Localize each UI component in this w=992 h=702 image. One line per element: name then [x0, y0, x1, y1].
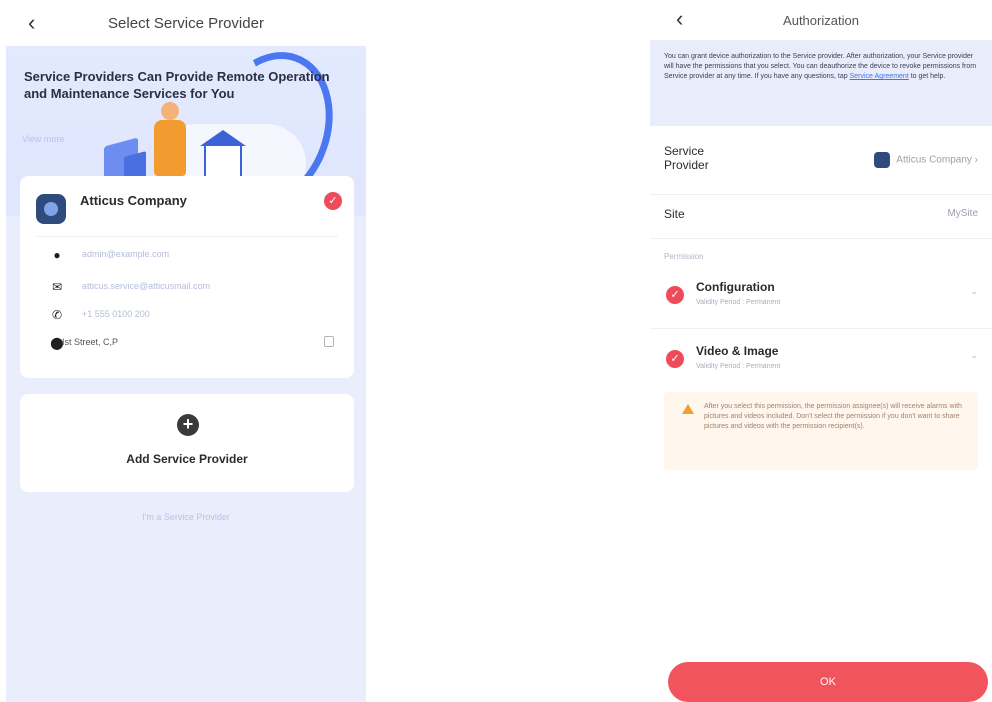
- authorization-notice: You can grant device authorization to th…: [650, 40, 992, 126]
- permission-title: Video & Image: [696, 344, 779, 358]
- permission-validity: Validity Period : Permanent: [696, 363, 781, 370]
- mail-row: ✉ atticus.service@atticusmail.com: [44, 280, 334, 296]
- chevron-down-icon[interactable]: ⌄: [970, 350, 978, 361]
- view-more-link[interactable]: View more: [22, 134, 64, 144]
- privacy-warning: After you select this permission, the pe…: [664, 392, 978, 470]
- email-row: ● admin@example.com: [44, 248, 334, 264]
- email-value: admin@example.com: [82, 249, 170, 259]
- service-provider-value: Atticus Company ›: [874, 152, 978, 168]
- provider-card[interactable]: Atticus Company ✓ ● admin@example.com ✉ …: [20, 176, 354, 378]
- phone-value: +1 555 0100 200: [82, 309, 150, 319]
- plus-icon[interactable]: +: [177, 414, 199, 436]
- company-logo-icon: [36, 194, 66, 224]
- technician-illustration: [152, 102, 188, 176]
- service-provider-name: Atticus Company: [896, 154, 972, 166]
- ok-button[interactable]: OK: [668, 662, 988, 702]
- service-provider-label: Service Provider: [664, 144, 709, 172]
- phone-icon: ✆: [51, 308, 63, 322]
- address-row: ⬤ Ist Street, C,P: [44, 336, 334, 352]
- divider: [36, 236, 338, 237]
- permission-video-image[interactable]: ✓ Video & Image Validity Period : Perman…: [650, 332, 992, 390]
- warning-icon: [682, 404, 694, 414]
- site-row[interactable]: Site MySite: [650, 195, 992, 235]
- site-label: Site: [664, 207, 685, 221]
- check-circle-icon[interactable]: ✓: [666, 286, 684, 304]
- selected-check-icon[interactable]: ✓: [324, 192, 342, 210]
- service-provider-link[interactable]: I'm a Service Provider: [6, 512, 366, 522]
- page-title: Authorization: [783, 13, 859, 28]
- agreement-link[interactable]: Service Agreement: [850, 73, 909, 80]
- copy-icon[interactable]: [324, 336, 334, 347]
- page-title: Select Service Provider: [108, 15, 264, 32]
- envelope-icon: ✉: [51, 280, 63, 294]
- right-nav-bar: ‹ Authorization: [650, 0, 992, 40]
- globe-icon: ●: [53, 248, 61, 262]
- permission-configuration[interactable]: ✓ Configuration Validity Period : Perman…: [650, 268, 992, 326]
- mail-value: atticus.service@atticusmail.com: [82, 281, 211, 291]
- chevron-down-icon[interactable]: ⌄: [970, 286, 978, 297]
- authorization-screen: ‹ Authorization You can grant device aut…: [650, 0, 992, 702]
- screenshot-stage: ‹ Select Service Provider Service Provid…: [0, 0, 992, 702]
- select-provider-screen: ‹ Select Service Provider Service Provid…: [6, 0, 366, 702]
- permissions-section-label: Permission: [664, 252, 704, 261]
- add-provider-card[interactable]: + Add Service Provider: [20, 394, 354, 492]
- divider: [650, 328, 992, 329]
- address-value: Ist Street, C,P: [62, 337, 119, 347]
- left-nav-bar: ‹ Select Service Provider: [6, 0, 366, 46]
- warning-text: After you select this permission, the pe…: [704, 403, 962, 430]
- permission-title: Configuration: [696, 280, 775, 294]
- company-logo-icon: [874, 152, 891, 168]
- company-name: Atticus Company: [80, 193, 187, 208]
- site-value: MySite: [947, 208, 978, 219]
- check-circle-icon[interactable]: ✓: [666, 350, 684, 368]
- divider: [650, 238, 992, 239]
- phone-row: ✆ +1 555 0100 200: [44, 308, 334, 324]
- promo-title: Service Providers Can Provide Remote Ope…: [24, 69, 330, 101]
- service-provider-row[interactable]: Service Provider Atticus Company ›: [650, 130, 992, 194]
- notice-tail: to get help.: [908, 73, 946, 80]
- add-provider-label: Add Service Provider: [126, 452, 248, 466]
- permission-validity: Validity Period : Permanent: [696, 299, 781, 306]
